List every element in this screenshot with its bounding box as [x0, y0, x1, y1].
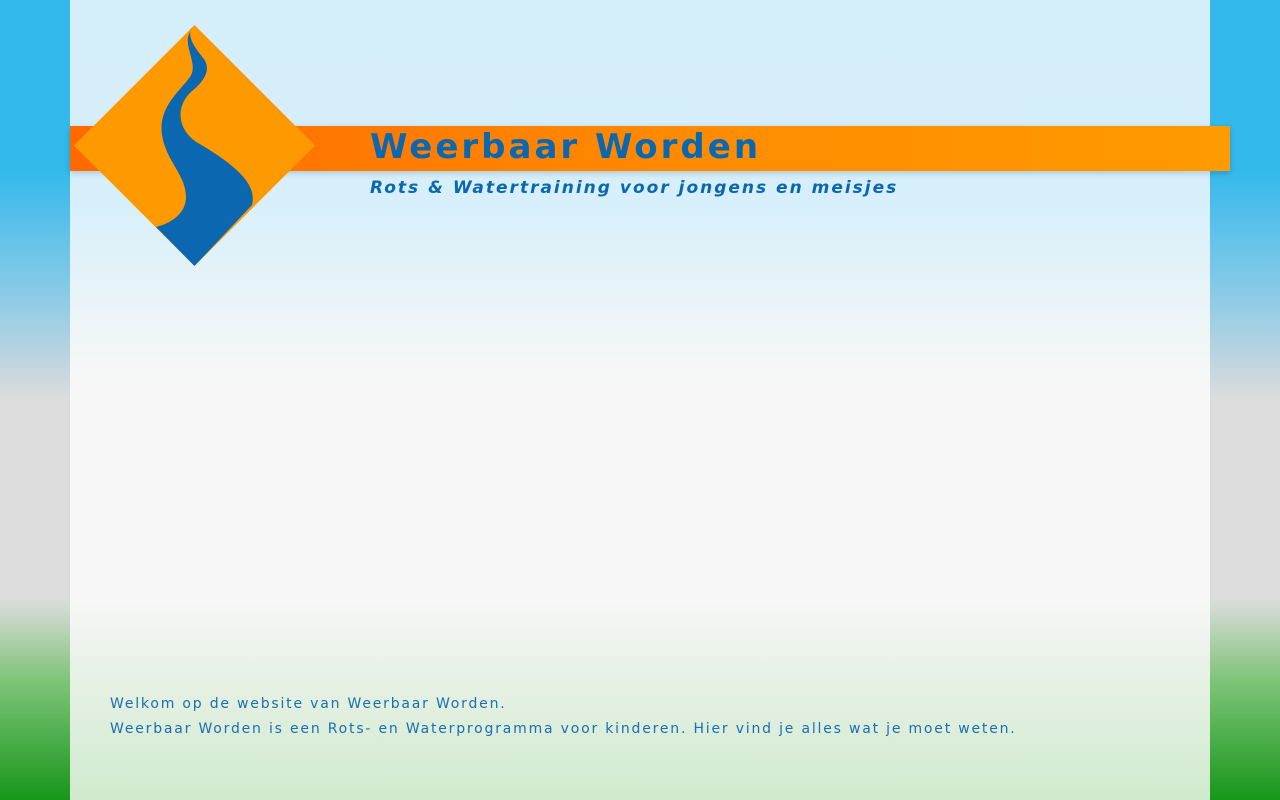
site-subtitle: Rots & Watertraining voor jongens en mei… — [370, 178, 899, 198]
diamond-river-logo-icon[interactable] — [74, 25, 315, 266]
site-title: Weerbaar Worden — [370, 127, 762, 167]
welcome-line: Welkom op de website van Weerbaar Worden… — [110, 696, 507, 712]
intro-text: Welkom op de website van Weerbaar Worden… — [110, 692, 1190, 742]
description-line: Weerbaar Worden is een Rots- en Waterpro… — [110, 721, 1017, 737]
